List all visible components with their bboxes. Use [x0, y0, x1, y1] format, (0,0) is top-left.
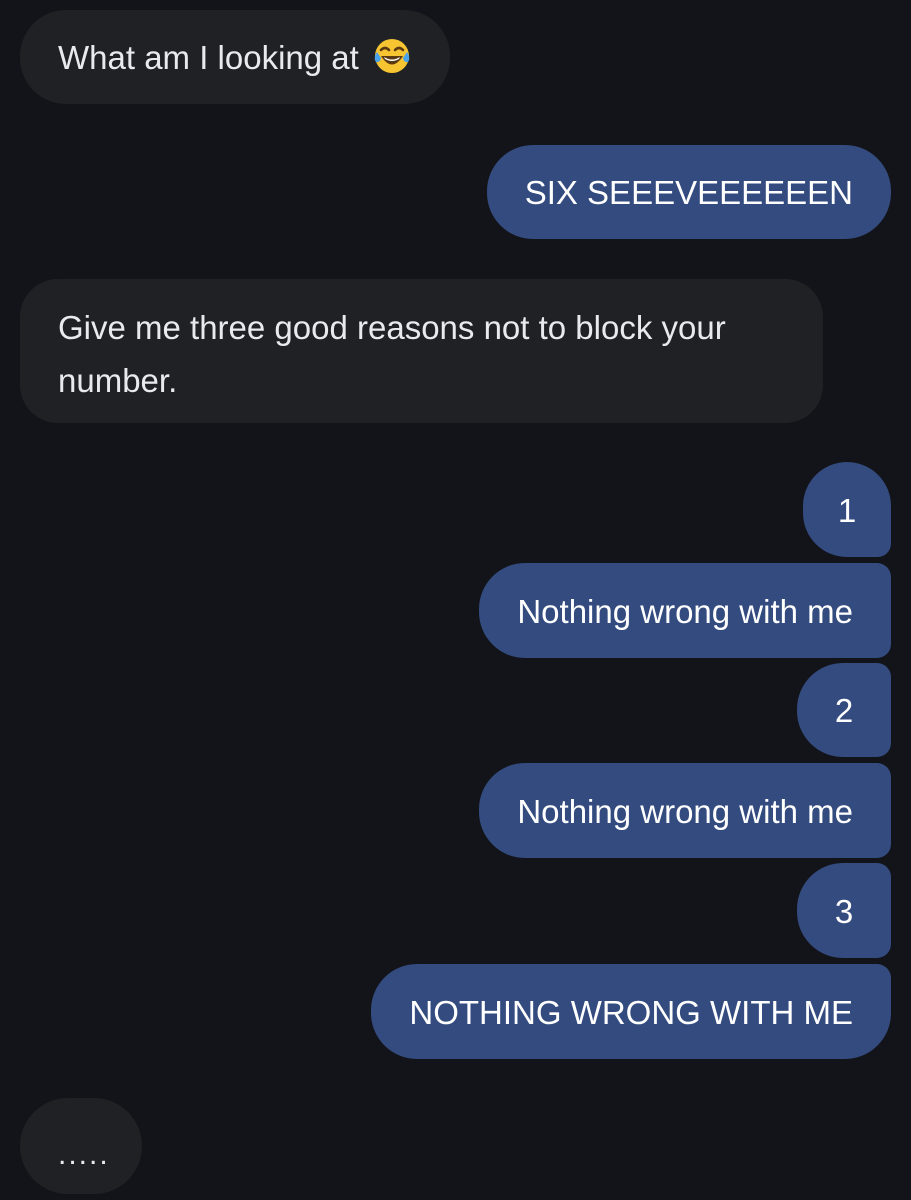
message-text: Nothing wrong with me — [517, 593, 853, 630]
message-text: SIX SEEEVEEEEEEN — [524, 174, 853, 211]
message-text: Give me three good reasons not to block … — [58, 309, 726, 399]
message-text: 3 — [834, 893, 854, 930]
message-thread[interactable]: What am I looking at SIX SEEEVEEEEEEN Gi… — [0, 0, 911, 1200]
message-text: Nothing wrong with me — [517, 793, 853, 830]
message-text: ..... — [58, 1138, 110, 1171]
message-text: 2 — [834, 692, 854, 729]
incoming-message[interactable]: Give me three good reasons not to block … — [20, 279, 823, 423]
incoming-message[interactable]: ..... — [20, 1098, 142, 1194]
outgoing-message[interactable]: 3 — [797, 863, 891, 958]
message-text: NOTHING WRONG WITH ME — [409, 994, 853, 1031]
outgoing-message[interactable]: 2 — [797, 663, 891, 757]
incoming-message[interactable]: What am I looking at — [20, 10, 450, 104]
outgoing-message[interactable]: SIX SEEEVEEEEEEN — [486, 145, 891, 239]
face-with-tears-of-joy-icon — [372, 35, 412, 75]
message-text: What am I looking at — [58, 39, 359, 76]
outgoing-message[interactable]: Nothing wrong with me — [479, 763, 891, 858]
outgoing-message[interactable]: NOTHING WRONG WITH ME — [371, 964, 891, 1059]
outgoing-message[interactable]: Nothing wrong with me — [479, 563, 891, 658]
outgoing-message[interactable]: 1 — [803, 462, 891, 557]
message-text: 1 — [837, 492, 857, 529]
